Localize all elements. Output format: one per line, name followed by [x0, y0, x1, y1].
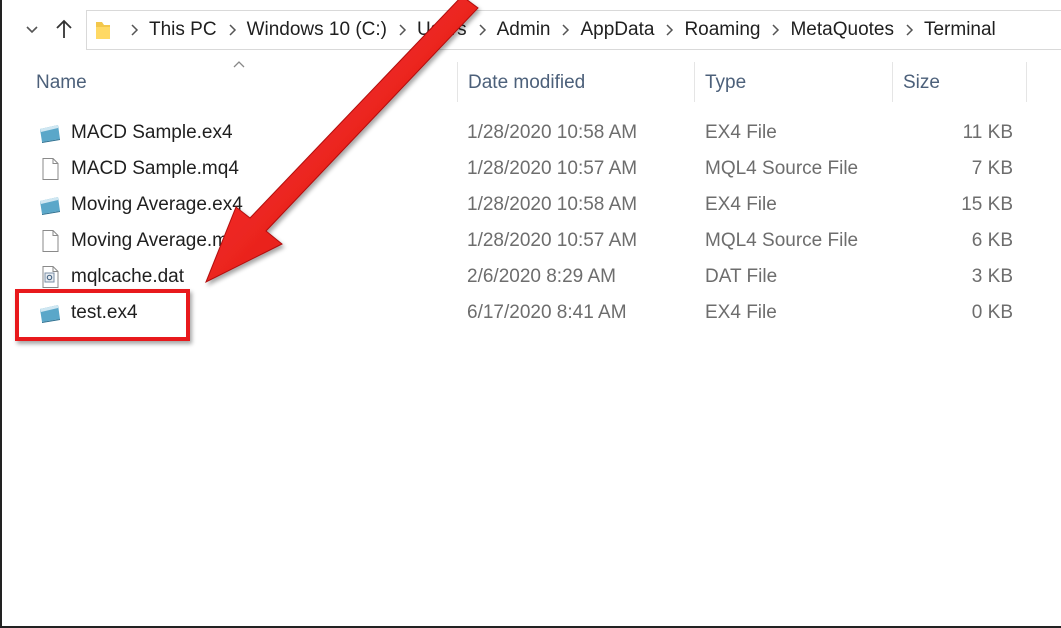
- column-divider[interactable]: [1026, 62, 1027, 102]
- column-divider[interactable]: [892, 62, 893, 102]
- chevron-right-icon: [654, 23, 684, 37]
- file-row[interactable]: Moving Average.ex4 1/28/2020 10:58 AM EX…: [30, 188, 1030, 222]
- column-divider[interactable]: [694, 62, 695, 102]
- up-button[interactable]: [52, 17, 76, 41]
- file-date: 1/28/2020 10:57 AM: [467, 230, 638, 251]
- ex4-file-icon: [38, 121, 62, 145]
- document-file-icon: [38, 157, 62, 181]
- breadcrumb-roaming[interactable]: Roaming: [684, 19, 760, 41]
- file-type: EX4 File: [705, 194, 777, 215]
- file-type: EX4 File: [705, 302, 777, 323]
- file-type: DAT File: [705, 266, 778, 287]
- file-date: 2/6/2020 8:29 AM: [467, 266, 616, 287]
- file-name-cell: Moving Average.ex4: [38, 188, 243, 222]
- column-divider[interactable]: [457, 62, 458, 102]
- file-type: EX4 File: [705, 122, 777, 143]
- file-type: MQL4 Source File: [705, 158, 859, 179]
- arrow-up-icon: [56, 19, 72, 38]
- column-header-date-modified[interactable]: Date modified: [468, 60, 694, 106]
- breadcrumb-users[interactable]: Users: [417, 19, 467, 41]
- file-date: 1/28/2020 10:58 AM: [467, 122, 638, 143]
- breadcrumb-this-pc[interactable]: This PC: [149, 19, 217, 41]
- file-size: 7 KB: [971, 158, 1013, 179]
- address-bar[interactable]: This PC Windows 10 (C:) Users Admin AppD…: [86, 10, 1061, 50]
- file-row[interactable]: MACD Sample.ex4 1/28/2020 10:58 AM EX4 F…: [30, 116, 1030, 150]
- file-date: 1/28/2020 10:57 AM: [467, 158, 638, 179]
- column-header-type[interactable]: Type: [705, 60, 891, 106]
- file-name: Moving Average.ex4: [71, 194, 243, 215]
- highlight-box: [15, 289, 190, 341]
- breadcrumb-terminal[interactable]: Terminal: [924, 19, 996, 41]
- file-date: 6/17/2020 8:41 AM: [467, 302, 627, 323]
- chevron-right-icon: [760, 23, 790, 37]
- file-name: MACD Sample.ex4: [71, 122, 233, 143]
- file-name-cell: Moving Average.mq4: [38, 224, 249, 258]
- file-name: MACD Sample.mq4: [71, 158, 239, 179]
- document-file-icon: [38, 229, 62, 253]
- file-name: mqlcache.dat: [71, 266, 185, 287]
- recent-locations-button[interactable]: [20, 17, 44, 41]
- breadcrumb-appdata[interactable]: AppData: [580, 19, 654, 41]
- folder-icon: [95, 19, 111, 41]
- file-size: 15 KB: [961, 194, 1013, 215]
- chevron-right-icon: [387, 23, 417, 37]
- chevron-down-icon: [26, 26, 38, 34]
- column-header-size[interactable]: Size: [903, 60, 1025, 106]
- chevron-right-icon: [550, 23, 580, 37]
- file-type: MQL4 Source File: [705, 230, 859, 251]
- file-name-cell: MACD Sample.mq4: [38, 152, 239, 186]
- file-size: 11 KB: [962, 122, 1013, 143]
- file-name-cell: MACD Sample.ex4: [38, 116, 233, 150]
- address-bar-row: This PC Windows 10 (C:) Users Admin AppD…: [0, 10, 1061, 50]
- chevron-right-icon: [217, 23, 247, 37]
- file-row[interactable]: Moving Average.mq4 1/28/2020 10:57 AM MQ…: [30, 224, 1030, 258]
- breadcrumb-metaquotes[interactable]: MetaQuotes: [790, 19, 894, 41]
- breadcrumb-admin[interactable]: Admin: [497, 19, 551, 41]
- ex4-file-icon: [38, 193, 62, 217]
- file-name: Moving Average.mq4: [71, 230, 250, 251]
- chevron-right-icon: [894, 23, 924, 37]
- file-row[interactable]: MACD Sample.mq4 1/28/2020 10:57 AM MQL4 …: [30, 152, 1030, 186]
- file-size: 0 KB: [971, 302, 1013, 323]
- chevron-right-icon: [119, 23, 149, 37]
- file-size: 6 KB: [971, 230, 1013, 251]
- file-date: 1/28/2020 10:58 AM: [467, 194, 638, 215]
- chevron-right-icon: [467, 23, 497, 37]
- dat-file-icon: [38, 265, 62, 289]
- file-size: 3 KB: [971, 266, 1013, 287]
- column-header-name[interactable]: Name: [36, 60, 456, 106]
- breadcrumb-windows-drive[interactable]: Windows 10 (C:): [247, 19, 387, 41]
